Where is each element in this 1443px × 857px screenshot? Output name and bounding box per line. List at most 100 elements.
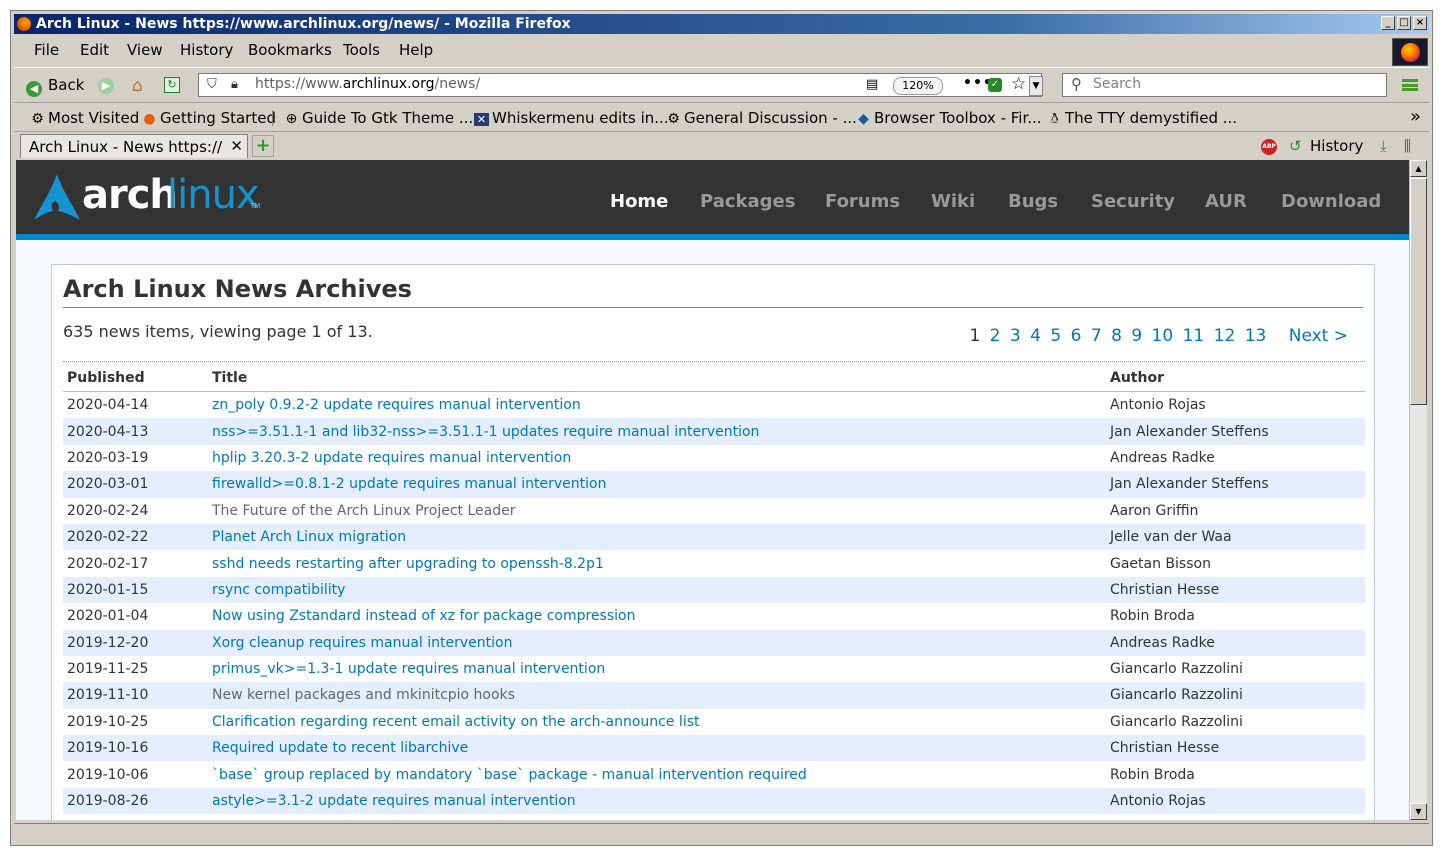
navigation-toolbar: ◀ Back ▶ ⌂ ↻ ⛉ 🔒︎ https://www.archlinux.o… bbox=[14, 67, 1429, 103]
menu-bar: File Edit View History Bookmarks Tools H… bbox=[14, 37, 1429, 63]
news-title-link[interactable]: Planet Arch Linux migration bbox=[212, 529, 406, 545]
published-date: 2020-03-01 bbox=[63, 471, 208, 498]
pocket-icon[interactable]: ✓ bbox=[988, 78, 1002, 92]
news-title-link[interactable]: Clarification regarding recent email act… bbox=[212, 714, 700, 730]
page-link[interactable]: 8 bbox=[1111, 326, 1122, 346]
page-link[interactable]: 6 bbox=[1071, 326, 1082, 346]
news-title-cell: rsync compatibility bbox=[208, 576, 1106, 604]
bookmark-star-icon[interactable]: ☆ bbox=[1011, 74, 1026, 94]
scroll-up-arrow-icon[interactable]: ▲ bbox=[1410, 160, 1427, 177]
zoom-indicator[interactable]: 120% bbox=[893, 77, 943, 95]
new-tab-button[interactable]: + bbox=[252, 135, 274, 157]
close-button[interactable]: × bbox=[1413, 16, 1427, 30]
url-text[interactable]: https://www.archlinux.org/news/ bbox=[255, 76, 480, 92]
news-title-link[interactable]: rsync compatibility bbox=[212, 582, 345, 598]
page-link[interactable]: 11 bbox=[1183, 326, 1205, 346]
news-title-link[interactable]: firewalld>=0.8.1-2 update requires manua… bbox=[212, 476, 606, 492]
news-title-link[interactable]: astyle>=3.1-2 update requires manual int… bbox=[212, 793, 576, 809]
page-link[interactable]: 9 bbox=[1131, 326, 1142, 346]
news-author: Antonio Rojas bbox=[1110, 397, 1206, 414]
nav-home[interactable]: Home bbox=[610, 191, 668, 212]
news-title-link[interactable]: hplip 3.20.3-2 update requires manual in… bbox=[212, 450, 571, 466]
column-header-author[interactable]: Author bbox=[1106, 365, 1365, 392]
bookmark-getting-started[interactable]: ● Getting Started bbox=[142, 109, 276, 127]
nav-packages[interactable]: Packages bbox=[700, 191, 795, 212]
news-table: Published Title Author 2020-04-14 zn_poly… bbox=[63, 365, 1365, 815]
tab-arch-news[interactable]: Arch Linux - News https://www.archlinux.… bbox=[20, 134, 248, 158]
nav-aur[interactable]: AUR bbox=[1205, 191, 1247, 212]
vertical-scrollbar[interactable]: ▲ ▼ bbox=[1409, 160, 1427, 820]
menu-hamburger-icon[interactable] bbox=[1402, 79, 1418, 91]
address-bar[interactable]: ⛉ 🔒︎ https://www.archlinux.org/news/ ▤ 1… bbox=[198, 73, 1043, 97]
tab-close-icon[interactable]: ✕ bbox=[230, 137, 243, 155]
page-link[interactable]: 5 bbox=[1050, 326, 1061, 346]
page-link[interactable]: 7 bbox=[1091, 326, 1102, 346]
news-title-link[interactable]: Xorg cleanup requires manual interventio… bbox=[212, 635, 512, 651]
reader-view-icon[interactable]: ▤ bbox=[866, 77, 878, 92]
reload-icon[interactable]: ↻ bbox=[164, 77, 180, 93]
tracking-shield-icon[interactable]: ⛉ bbox=[207, 77, 217, 92]
lock-icon[interactable]: 🔒︎ bbox=[231, 77, 238, 92]
bookmark-general-discussion[interactable]: ⚙ General Discussion - ... bbox=[666, 109, 857, 127]
minimize-button[interactable]: _ bbox=[1381, 16, 1395, 30]
column-header-title[interactable]: Title bbox=[208, 365, 1106, 392]
menu-tools[interactable]: Tools bbox=[343, 41, 380, 59]
news-title-cell: zn_poly 0.9.2-2 update requires manual i… bbox=[208, 392, 1106, 419]
published-date: 2020-02-22 bbox=[63, 523, 208, 551]
published-date: 2019-10-16 bbox=[63, 735, 208, 762]
downloads-icon[interactable]: ⤓ bbox=[1380, 137, 1387, 155]
menu-view[interactable]: View bbox=[127, 41, 163, 59]
column-header-published[interactable]: Published bbox=[63, 365, 208, 392]
page-link[interactable]: 3 bbox=[1010, 326, 1021, 346]
bookmark-browser-toolbox[interactable]: ◆ Browser Toolbox - Fir... bbox=[856, 109, 1041, 127]
table-row: 2020-02-22 Planet Arch Linux migration Jel… bbox=[63, 523, 1365, 551]
nav-bugs[interactable]: Bugs bbox=[1008, 191, 1058, 212]
bookmark-whiskermenu[interactable]: ✕ Whiskermenu edits in... bbox=[474, 109, 669, 127]
bookmark-tty-demystified[interactable]: 🐧︎ The TTY demystified ... bbox=[1047, 109, 1237, 129]
bookmark-most-visited[interactable]: ⚙ Most Visited bbox=[30, 109, 139, 127]
adblock-icon[interactable]: ABP bbox=[1261, 139, 1277, 155]
menu-edit[interactable]: Edit bbox=[80, 41, 109, 59]
news-title-link[interactable]: sshd needs restarting after upgrading to… bbox=[212, 556, 604, 572]
page-link[interactable]: 2 bbox=[990, 326, 1001, 346]
mdn-icon: ◆ bbox=[858, 111, 869, 127]
bookmarks-overflow-icon[interactable]: » bbox=[1410, 106, 1421, 127]
page-link[interactable]: 13 bbox=[1245, 326, 1267, 346]
news-title-link[interactable]: Required update to recent libarchive bbox=[212, 740, 468, 756]
library-icon[interactable]: ⫼ bbox=[1404, 137, 1411, 155]
home-icon[interactable]: ⌂ bbox=[132, 76, 143, 96]
nav-download[interactable]: Download bbox=[1281, 191, 1381, 212]
scrollbar-thumb[interactable] bbox=[1410, 178, 1427, 405]
news-title-cell: Required update to recent libarchive bbox=[208, 735, 1106, 762]
nav-security[interactable]: Security bbox=[1091, 191, 1175, 212]
next-page-link[interactable]: Next > bbox=[1289, 326, 1348, 346]
history-sidebar-icon[interactable]: ↺ bbox=[1289, 137, 1302, 155]
menu-bookmarks[interactable]: Bookmarks bbox=[248, 41, 332, 59]
nav-wiki[interactable]: Wiki bbox=[931, 191, 975, 212]
news-title-link[interactable]: `base` group replaced by mandatory `base… bbox=[212, 767, 807, 783]
news-title-link[interactable]: zn_poly 0.9.2-2 update requires manual i… bbox=[212, 397, 581, 413]
tab-title: Arch Linux - News https://www.archlinux.… bbox=[29, 138, 223, 156]
nav-forums[interactable]: Forums bbox=[825, 191, 900, 212]
bookmark-gtk-theme-guide[interactable]: ⊕ Guide To Gtk Theme ... bbox=[284, 109, 474, 127]
news-title-link[interactable]: nss>=3.51.1-1 and lib32-nss>=3.51.1-1 up… bbox=[212, 424, 759, 440]
menu-help[interactable]: Help bbox=[399, 41, 433, 59]
page-link[interactable]: 4 bbox=[1030, 326, 1041, 346]
news-title-link[interactable]: Now using Zstandard instead of xz for pa… bbox=[212, 608, 635, 624]
maximize-button[interactable]: □ bbox=[1397, 16, 1411, 30]
menu-file[interactable]: File bbox=[34, 41, 59, 59]
search-bar[interactable]: ⚲ Search bbox=[1062, 73, 1387, 97]
published-date: 2020-01-04 bbox=[67, 608, 149, 625]
page-link[interactable]: 10 bbox=[1152, 326, 1174, 346]
menu-history[interactable]: History bbox=[180, 41, 233, 59]
page-link[interactable]: 12 bbox=[1214, 326, 1236, 346]
url-dropdown-icon[interactable]: ▼ bbox=[1029, 76, 1043, 96]
history-button[interactable]: History bbox=[1310, 137, 1363, 155]
published-date: 2019-10-06 bbox=[67, 766, 149, 783]
forward-button[interactable]: ▶ bbox=[98, 78, 114, 94]
news-title-link[interactable]: primus_vk>=1.3-1 update requires manual … bbox=[212, 661, 605, 677]
scroll-down-arrow-icon[interactable]: ▼ bbox=[1410, 803, 1427, 820]
news-title: The Future of the Arch Linux Project Lea… bbox=[212, 502, 516, 519]
news-author: Robin Broda bbox=[1110, 608, 1195, 625]
back-button[interactable]: ◀ Back bbox=[26, 76, 84, 97]
